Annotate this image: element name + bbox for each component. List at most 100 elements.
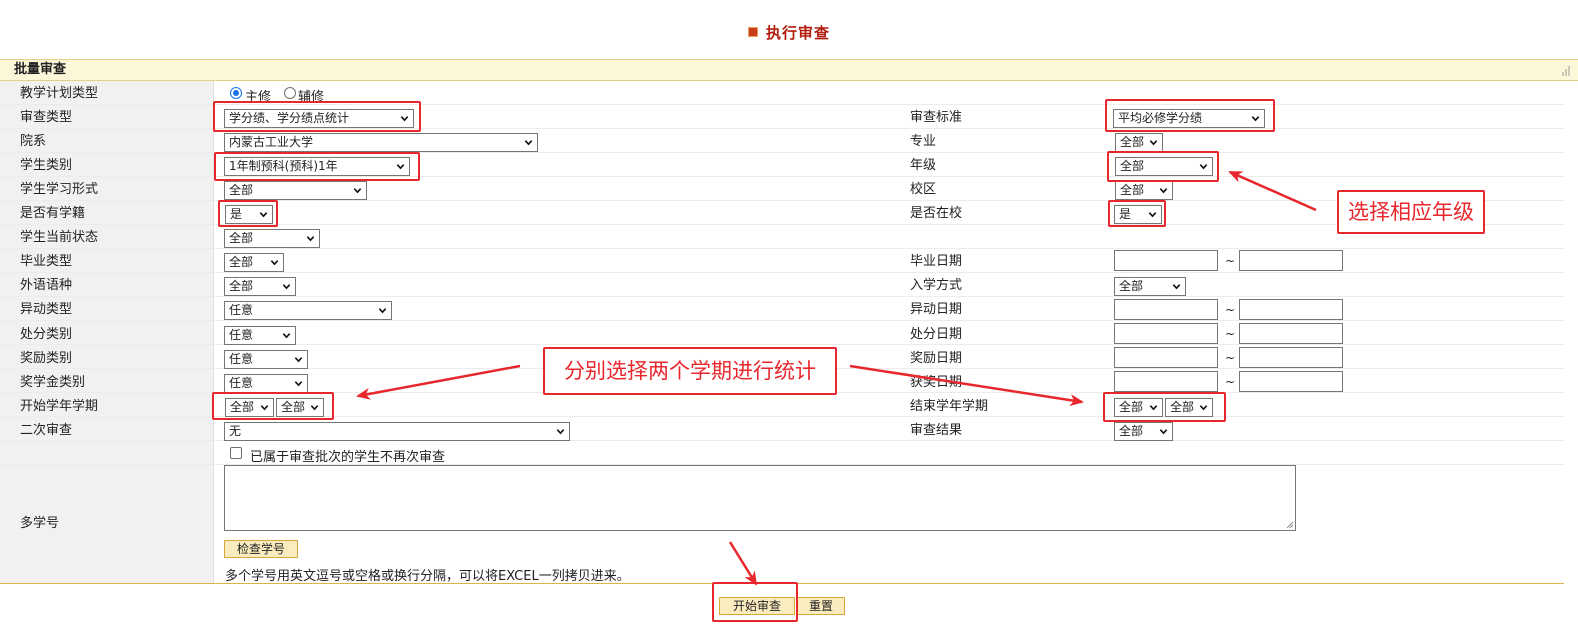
admission-method-select[interactable]: 全部: [1114, 277, 1186, 296]
section-header: 批量审查: [0, 59, 1578, 81]
study-form-select[interactable]: 全部: [224, 181, 367, 200]
review-type-value: 学分绩、学分绩点统计: [229, 111, 350, 125]
review-standard-label: 审查标准: [910, 110, 963, 125]
punishment-date-to-input[interactable]: [1239, 323, 1343, 344]
start-year-select[interactable]: 全部: [225, 398, 274, 417]
major-label: 专业: [910, 134, 937, 149]
major-select[interactable]: 全部: [1115, 133, 1163, 152]
review-result-select[interactable]: 全部: [1114, 422, 1173, 441]
resize-corner-icon: [1562, 66, 1570, 76]
study-form-label: 学生学习形式: [20, 182, 99, 197]
grade-callout: 选择相应年级: [1337, 190, 1485, 234]
prize-date-to-input[interactable]: [1239, 371, 1343, 392]
at-school-label: 是否在校: [910, 206, 963, 221]
minor-radio[interactable]: [284, 87, 296, 99]
current-status-label: 学生当前状态: [20, 230, 99, 245]
change-type-value: 任意: [229, 303, 254, 317]
end-year-value: 全部: [1119, 400, 1144, 414]
foreign-language-value: 全部: [229, 279, 254, 293]
review-standard-value: 平均必修学分绩: [1118, 111, 1203, 125]
second-review-label: 二次审查: [20, 423, 73, 438]
chevron-down-icon: [400, 114, 409, 123]
chevron-down-icon: [294, 379, 303, 388]
start-semester-value: 全部: [281, 400, 306, 414]
check-id-button[interactable]: 检查学号: [224, 540, 298, 558]
start-semester-select[interactable]: 全部: [276, 398, 324, 417]
multi-id-textarea[interactable]: [224, 465, 1296, 531]
chevron-down-icon: [353, 186, 362, 195]
graduation-date-to-input[interactable]: [1239, 250, 1343, 271]
skip-reviewed-label: 已属于审查批次的学生不再次审查: [250, 450, 446, 465]
range-tilde: ~: [1225, 351, 1236, 365]
graduation-type-select[interactable]: 全部: [224, 253, 284, 272]
page-title: 执行审查: [0, 22, 1578, 43]
range-tilde: ~: [1225, 327, 1236, 341]
punishment-type-value: 任意: [229, 328, 254, 342]
start-year-value: 全部: [230, 400, 255, 414]
chevron-down-icon: [1199, 403, 1208, 412]
start-term-label: 开始学年学期: [20, 399, 99, 414]
department-value: 内蒙古工业大学: [229, 135, 314, 149]
chevron-down-icon: [1159, 186, 1168, 195]
award-type-select[interactable]: 任意: [224, 350, 308, 369]
award-date-from-input[interactable]: [1114, 347, 1218, 368]
chevron-down-icon: [1149, 403, 1158, 412]
award-date-to-input[interactable]: [1239, 347, 1343, 368]
award-type-label: 奖励类别: [20, 351, 73, 366]
campus-label: 校区: [910, 182, 937, 197]
reset-button[interactable]: 重置: [797, 597, 845, 615]
review-type-select[interactable]: 学分绩、学分绩点统计: [224, 109, 414, 128]
change-date-label: 异动日期: [910, 302, 963, 317]
campus-select[interactable]: 全部: [1115, 181, 1173, 200]
second-review-select[interactable]: 无: [224, 422, 570, 441]
admission-method-label: 入学方式: [910, 278, 963, 293]
page-title-text: 执行审查: [765, 24, 830, 42]
grade-select[interactable]: 全部: [1115, 157, 1213, 176]
graduation-date-from-input[interactable]: [1114, 250, 1218, 271]
chevron-down-icon: [556, 427, 565, 436]
scholarship-type-select[interactable]: 任意: [224, 374, 308, 393]
foreign-language-label: 外语语种: [20, 278, 73, 293]
punishment-type-select[interactable]: 任意: [224, 326, 296, 345]
major-radio-label: 主修: [245, 90, 272, 105]
at-school-select[interactable]: 是: [1114, 205, 1162, 224]
punishment-type-label: 处分类别: [20, 327, 73, 342]
punishment-date-label: 处分日期: [910, 327, 963, 342]
chevron-down-icon: [306, 234, 315, 243]
punishment-date-from-input[interactable]: [1114, 323, 1218, 344]
end-semester-select[interactable]: 全部: [1165, 398, 1213, 417]
range-tilde: ~: [1225, 375, 1236, 389]
chevron-down-icon: [396, 162, 405, 171]
change-type-label: 异动类型: [20, 302, 73, 317]
section-title: 批量审查: [14, 62, 67, 77]
study-form-value: 全部: [229, 183, 254, 197]
foreign-language-select[interactable]: 全部: [224, 277, 296, 296]
review-standard-select[interactable]: 平均必修学分绩: [1113, 109, 1265, 128]
student-category-value: 1年制预科(预科)1年: [229, 159, 338, 173]
resize-grip-icon[interactable]: [1286, 521, 1294, 529]
chevron-down-icon: [259, 210, 268, 219]
skip-reviewed-checkbox[interactable]: [230, 447, 242, 459]
has-enrollment-select[interactable]: 是: [225, 205, 273, 224]
start-review-button[interactable]: 开始审查: [719, 597, 795, 615]
minor-radio-label: 辅修: [298, 90, 325, 105]
department-select[interactable]: 内蒙古工业大学: [224, 133, 538, 152]
bullet-icon: [747, 27, 758, 37]
scholarship-type-label: 奖学金类别: [20, 375, 86, 390]
chevron-down-icon: [1159, 427, 1168, 436]
end-year-select[interactable]: 全部: [1114, 398, 1163, 417]
prize-date-from-input[interactable]: [1114, 371, 1218, 392]
chevron-down-icon: [260, 403, 269, 412]
student-category-select[interactable]: 1年制预科(预科)1年: [224, 157, 410, 176]
major-radio[interactable]: [230, 87, 242, 99]
current-status-select[interactable]: 全部: [224, 229, 320, 248]
chevron-down-icon: [1251, 114, 1260, 123]
term-callout: 分别选择两个学期进行统计: [543, 347, 837, 395]
admission-method-value: 全部: [1119, 279, 1144, 293]
change-date-to-input[interactable]: [1239, 299, 1343, 320]
change-date-from-input[interactable]: [1114, 299, 1218, 320]
end-term-label: 结束学年学期: [910, 399, 989, 414]
change-type-select[interactable]: 任意: [224, 301, 392, 320]
award-date-label: 奖励日期: [910, 351, 963, 366]
grade-label: 年级: [910, 158, 937, 173]
